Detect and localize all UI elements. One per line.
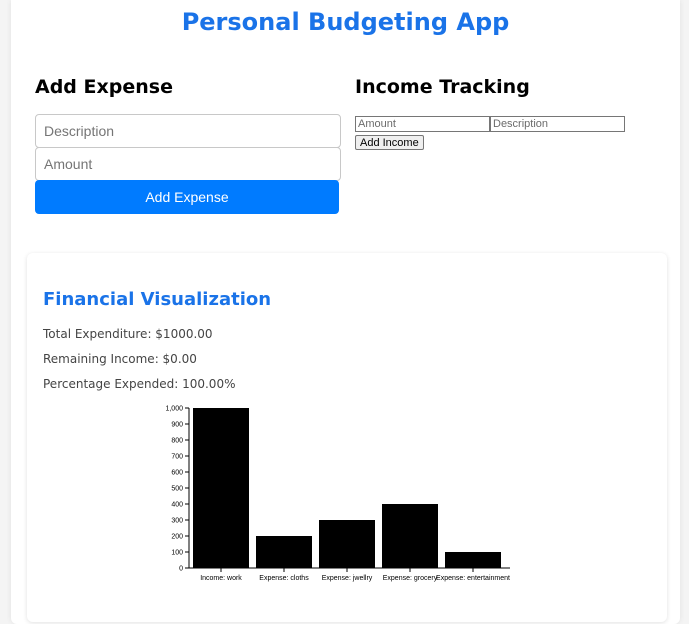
visualization-heading: Financial Visualization xyxy=(43,289,272,310)
chart-y-tick-label: 600 xyxy=(171,470,183,477)
chart-y-tick-label: 0 xyxy=(179,566,183,573)
expense-description-input[interactable] xyxy=(35,114,341,148)
chart-y-tick-label: 1,000 xyxy=(165,406,183,413)
add-expense-heading: Add Expense xyxy=(35,76,173,98)
chart-bar xyxy=(256,536,312,568)
percentage-expended-text: Percentage Expended: 100.00% xyxy=(43,377,236,391)
expense-bar-chart: 0 100 200 300 400 500 600 700 800 900 1,000 Income:… xyxy=(165,406,510,583)
chart-x-tick-label: Expense: entertainment xyxy=(436,575,510,582)
app-container: Personal Budgeting App Add Expense Add E… xyxy=(11,0,680,624)
chart-y-tick-label: 400 xyxy=(171,502,183,509)
chart-bar xyxy=(445,552,501,568)
chart-x-tick-label: Income: work xyxy=(200,575,242,582)
app-title: Personal Budgeting App xyxy=(181,8,510,36)
financial-visualization-card: Financial Visualization Total Expenditur… xyxy=(27,253,667,622)
chart-bar xyxy=(319,520,375,568)
chart-y-tick-label: 200 xyxy=(171,534,183,541)
remaining-income-text: Remaining Income: $0.00 xyxy=(43,352,197,366)
chart-x-tick-label: Expense: jwellry xyxy=(322,575,373,582)
income-tracking-heading: Income Tracking xyxy=(355,76,530,98)
chart-bar xyxy=(382,504,438,568)
chart-y-tick-label: 900 xyxy=(171,422,183,429)
add-income-button[interactable]: Add Income xyxy=(355,135,424,150)
chart-bar xyxy=(193,408,249,568)
chart-y-tick-label: 700 xyxy=(171,454,183,461)
income-amount-input[interactable] xyxy=(355,116,490,132)
chart-y-tick-label: 300 xyxy=(171,518,183,525)
income-description-input[interactable] xyxy=(490,116,625,132)
add-expense-button[interactable]: Add Expense xyxy=(35,180,339,214)
chart-x-tick-label: Expense: grocery xyxy=(383,575,438,582)
total-expenditure-text: Total Expenditure: $1000.00 xyxy=(43,327,213,341)
chart-x-tick-label: Expense: cloths xyxy=(259,575,309,582)
expense-amount-input[interactable] xyxy=(35,147,341,181)
chart-y-tick-label: 800 xyxy=(171,438,183,445)
chart-y-tick-label: 500 xyxy=(171,486,183,493)
chart-y-tick-label: 100 xyxy=(171,550,183,557)
